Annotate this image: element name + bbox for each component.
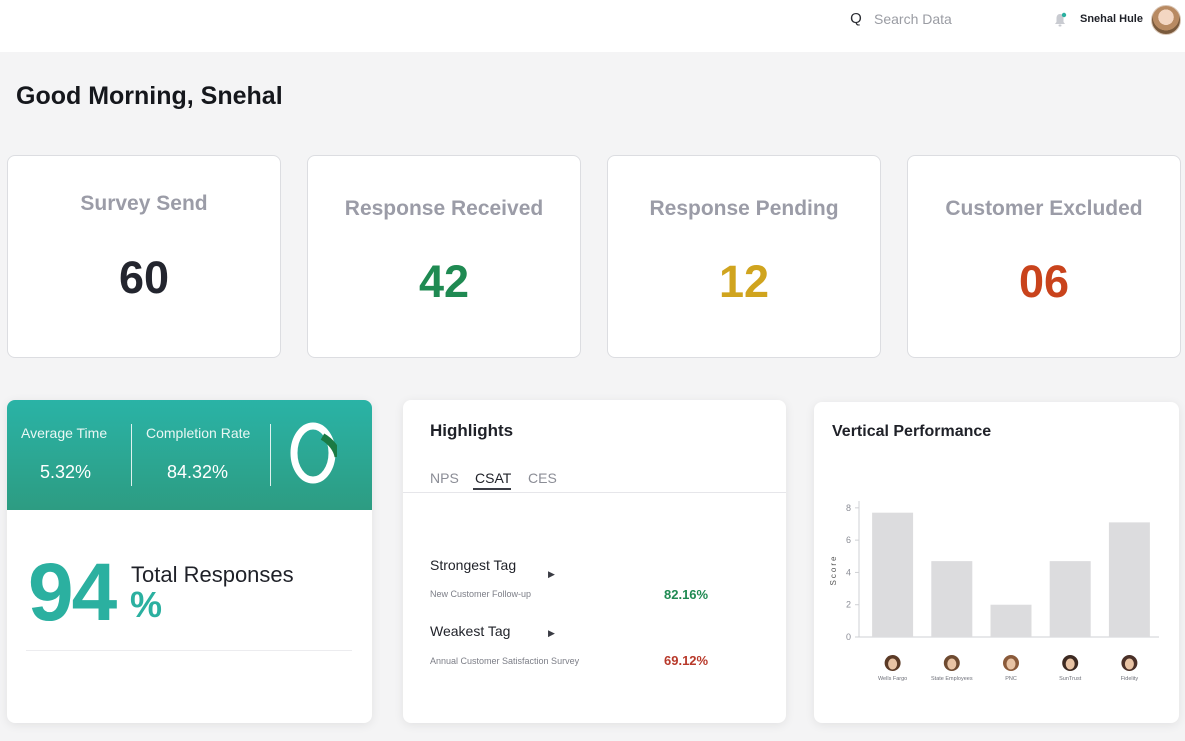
vertical-performance-card: 0 2 4 6 8 Score Wells Fargo State Employees PNC S…: [814, 402, 1179, 723]
completion-ring: [289, 422, 337, 484]
category-avatar-icon: [1003, 655, 1019, 671]
percent-sign: %: [130, 584, 163, 625]
search-icon[interactable]: Q: [848, 10, 864, 27]
stat-value: 60: [118, 252, 170, 303]
x-tick-label: State Employees: [931, 676, 973, 682]
search-box[interactable]: Q: [848, 10, 1014, 27]
category-avatar-icon: [884, 655, 901, 671]
page-title: Good Morning, Snehal: [16, 82, 283, 110]
x-tick-label: SunTrust: [1059, 676, 1082, 682]
category-avatar-icon: [1062, 655, 1079, 671]
y-tick-label: 8: [846, 503, 851, 513]
user-avatar[interactable]: [1151, 5, 1181, 35]
completion-rate-value: 84.32%: [167, 462, 229, 482]
stat-card-survey-send: Survey Send 60: [7, 155, 281, 358]
stat-card-response-received: Response Received 42: [307, 155, 581, 358]
response-metrics-header: Average Time 5.32% Completion Rate 84.32…: [7, 400, 372, 510]
bar: [1049, 561, 1091, 637]
active-tab-indicator: [473, 488, 511, 490]
category-avatar-icon: [1121, 655, 1138, 671]
weakest-tag-value: 69.12%: [664, 653, 709, 668]
top-bar: Q Snehal Hule: [0, 0, 1185, 52]
tab-nps[interactable]: NPS: [430, 470, 459, 486]
tabs-divider: [403, 492, 786, 493]
avatar-face: [888, 658, 898, 670]
stat-card-response-pending: Response Pending 12: [607, 155, 881, 358]
highlights-title: Highlights: [430, 421, 514, 440]
weakest-tag-name: Annual Customer Satisfaction Survey: [430, 656, 580, 666]
vertical-performance-chart: 0 2 4 6 8 Score Wells Fargo State Employees PNC S…: [829, 501, 1159, 682]
y-tick-label: 6: [846, 535, 851, 545]
stat-value: 06: [1018, 256, 1070, 307]
search-input[interactable]: [874, 10, 1014, 27]
weakest-tag-label: Weakest Tag: [430, 623, 511, 639]
y-axis-label: Score: [829, 555, 838, 586]
bar: [931, 561, 973, 637]
metric-divider: [270, 424, 271, 486]
divider: [26, 650, 352, 651]
completion-ring-track: [290, 422, 336, 484]
y-tick-label: 2: [846, 600, 851, 610]
metric-divider: [131, 424, 132, 486]
stat-label: Response Pending: [649, 197, 839, 220]
strongest-tag-label: Strongest Tag: [430, 557, 517, 573]
tab-ces[interactable]: CES: [528, 470, 557, 486]
average-time-value: 5.32%: [40, 462, 92, 482]
stat-label: Response Received: [344, 197, 544, 220]
stat-value: 42: [418, 256, 470, 307]
avatar-face: [1006, 658, 1016, 670]
total-response-percent: 94: [28, 547, 117, 638]
strongest-tag-value: 82.16%: [664, 587, 709, 602]
stat-label: Survey Send: [80, 192, 208, 215]
avatar-face: [947, 658, 957, 670]
strongest-tag-name: New Customer Follow-up: [430, 589, 532, 599]
stat-card-customer-excluded: Customer Excluded 06: [907, 155, 1181, 358]
stat-value: 12: [718, 256, 770, 307]
weakest-tag-expand-icon[interactable]: ▶: [548, 628, 555, 639]
category-avatar-icon: [943, 655, 960, 671]
user-name[interactable]: Snehal Hule: [1080, 13, 1143, 25]
completion-rate-label: Completion Rate: [146, 425, 251, 441]
bar: [872, 512, 914, 637]
average-time-label: Average Time: [21, 425, 108, 441]
y-tick-label: 0: [846, 632, 851, 642]
strongest-tag-expand-icon[interactable]: ▶: [548, 569, 555, 580]
x-tick-label: Wells Fargo: [878, 676, 907, 682]
x-tick-label: PNC: [1005, 676, 1017, 682]
total-responses-label: Total Responses: [131, 562, 294, 587]
vertical-performance-title: Vertical Performance: [832, 423, 992, 440]
y-tick-label: 4: [846, 567, 851, 577]
tab-csat[interactable]: CSAT: [475, 470, 511, 486]
bar: [1108, 522, 1150, 637]
notification-bell-icon[interactable]: [1053, 12, 1067, 28]
bar: [990, 604, 1032, 637]
avatar-face: [1124, 658, 1134, 670]
stat-label: Customer Excluded: [945, 197, 1143, 220]
avatar-face: [1065, 658, 1075, 670]
x-tick-label: Fidelity: [1121, 676, 1139, 682]
